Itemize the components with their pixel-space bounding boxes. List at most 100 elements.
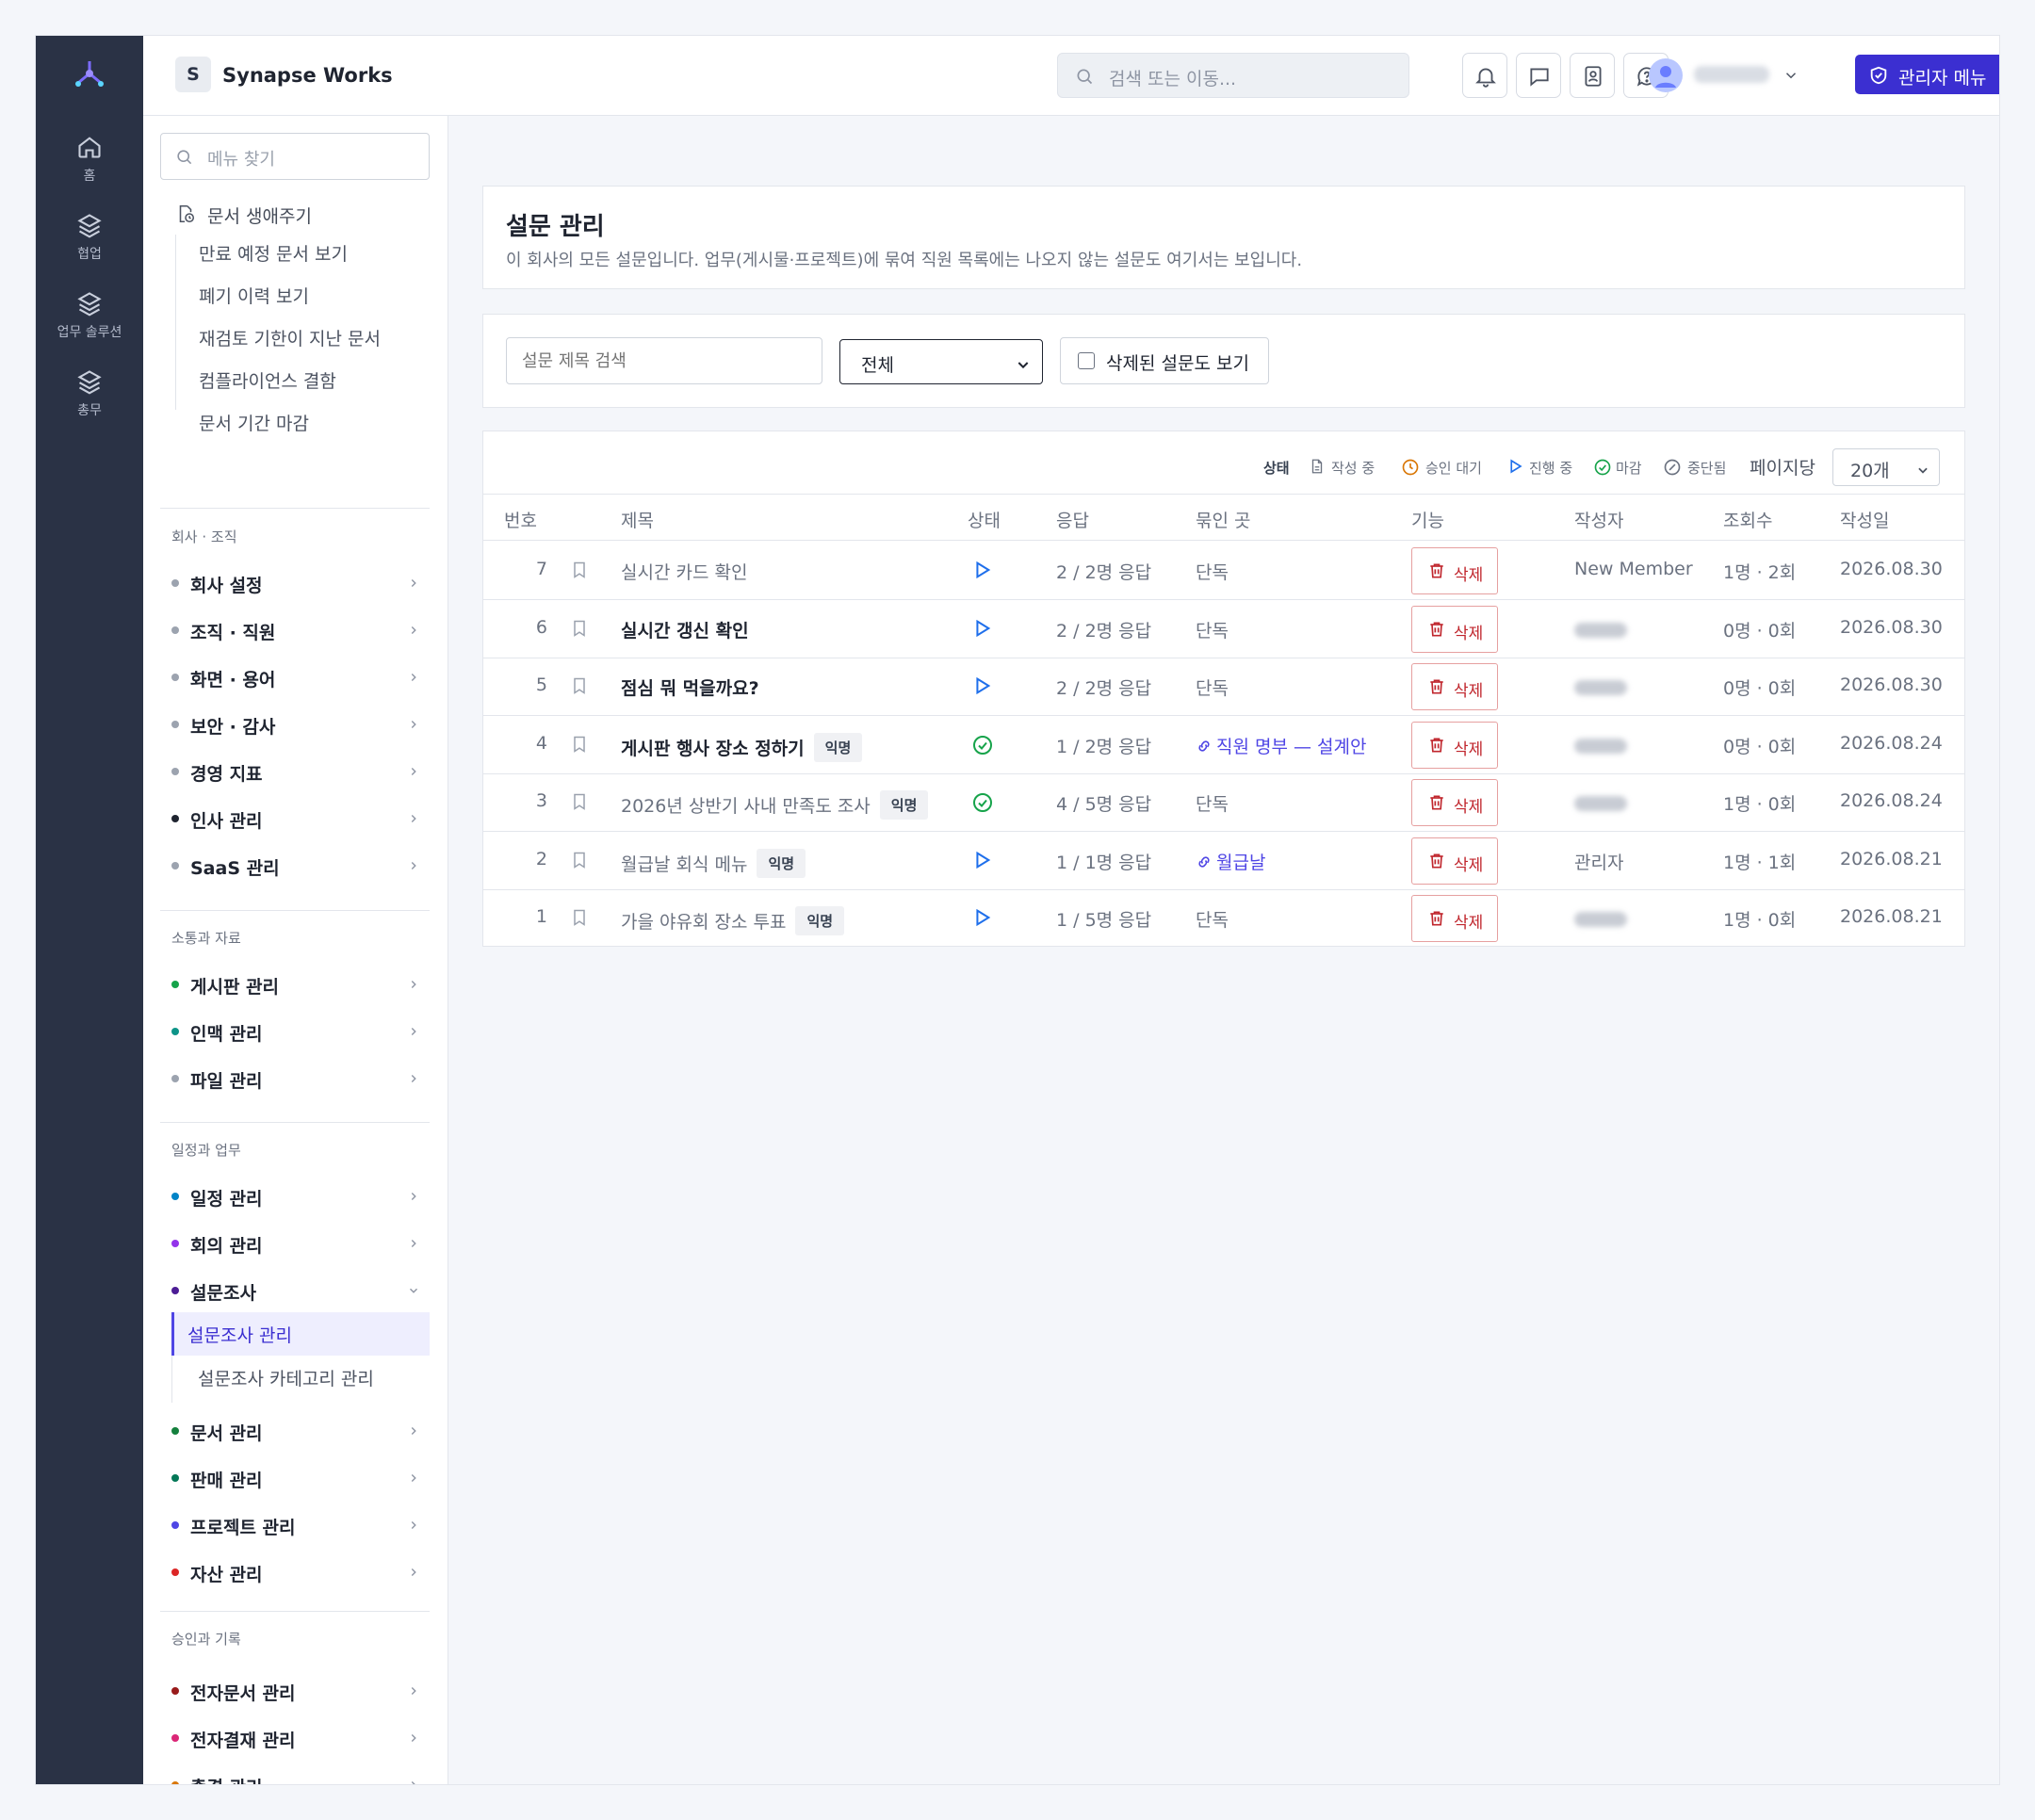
sidebar-subitem-period-end[interactable]: 문서 기간 마감: [199, 410, 309, 435]
notifications-button[interactable]: [1462, 53, 1507, 98]
table-row[interactable]: 1 가을 야유회 장소 투표 익명 1 / 5명 응답 단독 삭제 1명 · 0회 2026.…: [483, 889, 1964, 948]
delete-button[interactable]: 삭제: [1411, 895, 1498, 942]
bound-to-link[interactable]: 월급날: [1196, 849, 1265, 874]
bound-to-link[interactable]: 직원 명부 — 설계안: [1196, 733, 1366, 758]
bookmark-icon[interactable]: [570, 561, 589, 579]
table-row[interactable]: 7 실시간 카드 확인 2 / 2명 응답 단독 삭제 New Member 1명 · 2회…: [483, 542, 1964, 600]
col-header-date[interactable]: 작성일: [1840, 507, 1889, 532]
delete-button[interactable]: 삭제: [1411, 605, 1498, 653]
sidebar-item[interactable]: SaaS 관리: [164, 849, 430, 881]
survey-title-link[interactable]: 점심 뭐 먹을까요?: [621, 674, 759, 700]
sidebar-item[interactable]: 인사 관리: [164, 802, 430, 834]
sidebar-item[interactable]: 설문조사: [164, 1274, 430, 1306]
sidebar-subitem-compliance[interactable]: 컴플라이언스 결함: [199, 367, 336, 393]
delete-button[interactable]: 삭제: [1411, 779, 1498, 826]
org-badge[interactable]: S: [175, 57, 211, 92]
user-name-blurred[interactable]: [1694, 66, 1769, 83]
sidebar-subitem-expiring[interactable]: 만료 예정 문서 보기: [199, 240, 348, 266]
col-header-title[interactable]: 제목: [621, 507, 654, 532]
sidebar-item[interactable]: 보안 · 감사: [164, 707, 430, 739]
chevron-right-icon: [407, 811, 420, 829]
anonymous-badge: 익명: [813, 732, 863, 762]
bookmark-toggle[interactable]: [570, 851, 589, 874]
bookmark-icon[interactable]: [570, 676, 589, 695]
show-deleted-checkbox[interactable]: [1078, 352, 1095, 369]
show-deleted-toggle[interactable]: 삭제된 설문도 보기: [1060, 337, 1269, 384]
sidebar-item[interactable]: 게시판 관리: [164, 967, 430, 999]
sidebar-item-label: 인맥 관리: [190, 1024, 263, 1045]
rail-item-home[interactable]: 홈: [36, 134, 143, 185]
rail-item-collaboration[interactable]: 협업: [36, 212, 143, 263]
contacts-button[interactable]: [1570, 53, 1615, 98]
survey-title-link[interactable]: 가을 야유회 장소 투표 익명: [621, 906, 845, 935]
sidebar-item[interactable]: 전자결재 관리: [164, 1721, 430, 1753]
sidebar-item[interactable]: 판매 관리: [164, 1461, 430, 1493]
delete-button[interactable]: 삭제: [1411, 721, 1498, 769]
chevron-right-icon: [411, 1687, 416, 1695]
bookmark-icon[interactable]: [570, 792, 589, 811]
rail-item-general-affairs[interactable]: 총무: [36, 368, 143, 419]
bookmark-toggle[interactable]: [570, 792, 589, 816]
sidebar-subitem-review-overdue[interactable]: 재검토 기한이 지난 문서: [199, 325, 381, 350]
bookmark-icon[interactable]: [570, 851, 589, 869]
table-row[interactable]: 6 실시간 갱신 확인 2 / 2명 응답 단독 삭제 0명 · 0회 2026.08.30: [483, 600, 1964, 658]
bookmark-icon[interactable]: [570, 908, 589, 927]
bookmark-icon[interactable]: [570, 619, 589, 638]
avatar[interactable]: [1649, 58, 1683, 92]
bookmark-toggle[interactable]: [570, 561, 589, 584]
table-row[interactable]: 4 게시판 행사 장소 정하기 익명 1 / 2명 응답 직원 명부 — 설계안 삭제 0명…: [483, 716, 1964, 774]
per-page-select[interactable]: 20개: [1832, 448, 1940, 486]
bookmark-icon[interactable]: [570, 735, 589, 754]
global-search-input[interactable]: 검색 또는 이동...: [1057, 53, 1409, 98]
survey-title-link[interactable]: 월급날 회식 메뉴 익명: [621, 848, 806, 878]
sidebar-item[interactable]: 일정 관리: [164, 1179, 430, 1211]
col-header-responses[interactable]: 응답: [1056, 507, 1089, 532]
survey-title-search-input[interactable]: [506, 337, 822, 384]
sidebar-item[interactable]: 문서 관리: [164, 1414, 430, 1446]
sidebar-item[interactable]: 화면 · 용어: [164, 660, 430, 692]
status-filter-select[interactable]: 전체: [839, 339, 1043, 384]
org-name[interactable]: Synapse Works: [222, 64, 393, 87]
delete-button[interactable]: 삭제: [1411, 547, 1498, 594]
sidebar-item[interactable]: 전자문서 관리: [164, 1674, 430, 1706]
bookmark-toggle[interactable]: [570, 735, 589, 758]
survey-title-link[interactable]: 실시간 갱신 확인: [621, 617, 749, 642]
delete-button[interactable]: 삭제: [1411, 837, 1498, 885]
bookmark-toggle[interactable]: [570, 676, 589, 700]
bookmark-toggle[interactable]: [570, 619, 589, 642]
sidebar-item[interactable]: 출결 관리: [164, 1768, 430, 1784]
rail-item-business-solution[interactable]: 업무 솔루션: [36, 290, 143, 341]
survey-title-link[interactable]: 게시판 행사 장소 정하기 익명: [621, 732, 863, 762]
bookmark-toggle[interactable]: [570, 908, 589, 932]
sidebar-item[interactable]: 자산 관리: [164, 1555, 430, 1587]
admin-menu-button[interactable]: 관리자 메뉴: [1855, 55, 1999, 94]
col-header-views[interactable]: 조회수: [1723, 507, 1772, 532]
app-logo-icon[interactable]: [73, 57, 106, 90]
sidebar-item[interactable]: 회사 설정: [164, 566, 430, 598]
table-row[interactable]: 3 2026년 상반기 사내 만족도 조사 익명 4 / 5명 응답 단독 삭제 1명 · …: [483, 773, 1964, 832]
sidebar-item[interactable]: 파일 관리: [164, 1062, 430, 1094]
sidebar-item[interactable]: 프로젝트 관리: [164, 1508, 430, 1540]
status-dot: [171, 1474, 179, 1482]
survey-title-link[interactable]: 실시간 카드 확인: [621, 559, 747, 584]
delete-button[interactable]: 삭제: [1411, 663, 1498, 710]
sidebar-item[interactable]: 인맥 관리: [164, 1015, 430, 1047]
sidebar-item-label: 파일 관리: [190, 1071, 263, 1092]
menu-search-input[interactable]: 메뉴 찾기: [160, 133, 430, 180]
rail-item-label: 홈: [83, 169, 96, 184]
sidebar-item[interactable]: 조직 · 직원: [164, 613, 430, 645]
sidebar-item[interactable]: 회의 관리: [164, 1227, 430, 1259]
col-header-number[interactable]: 번호: [504, 507, 537, 532]
table-row[interactable]: 5 점심 뭐 먹을까요? 2 / 2명 응답 단독 삭제 0명 · 0회 2026.08.3…: [483, 658, 1964, 716]
table-row[interactable]: 2 월급날 회식 메뉴 익명 1 / 1명 응답 월급날 삭제 관리자 1명 · 1회 2026…: [483, 832, 1964, 890]
survey-title-link[interactable]: 2026년 상반기 사내 만족도 조사 익명: [621, 790, 929, 820]
messages-button[interactable]: [1516, 53, 1561, 98]
sidebar-item[interactable]: 경영 지표: [164, 755, 430, 787]
sidebar-subitem-disposal-history[interactable]: 폐기 이력 보기: [199, 283, 309, 308]
col-header-author[interactable]: 작성자: [1574, 507, 1623, 532]
chevron-down-icon[interactable]: [1783, 67, 1799, 84]
sidebar-subitem-survey-category[interactable]: 설문조사 카테고리 관리: [198, 1365, 374, 1390]
sidebar-subitem-survey-management[interactable]: 설문조사 관리: [171, 1312, 430, 1356]
col-header-bound-to[interactable]: 묶인 곳: [1196, 507, 1250, 532]
col-header-status[interactable]: 상태: [968, 507, 1001, 532]
